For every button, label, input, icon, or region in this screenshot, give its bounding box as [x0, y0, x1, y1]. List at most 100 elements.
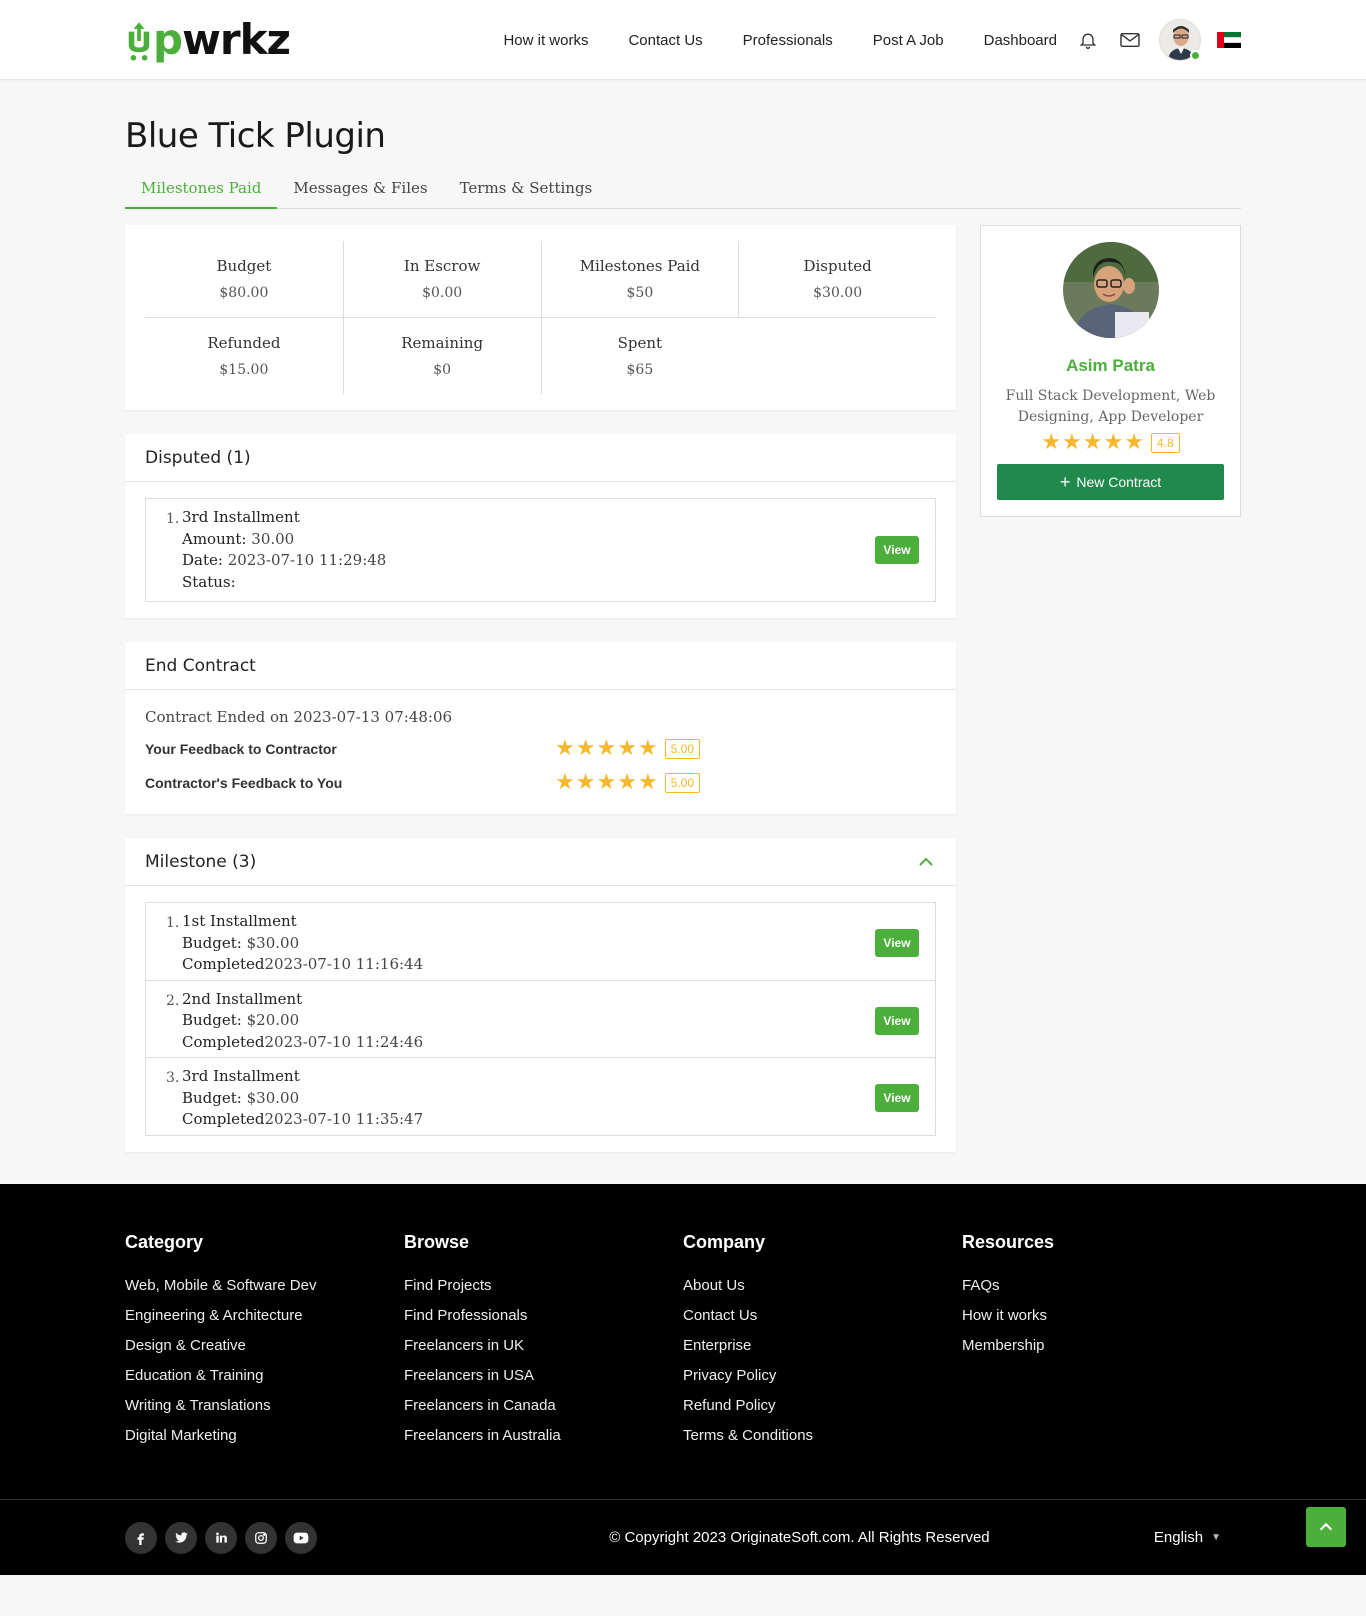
footer-link[interactable]: Freelancers in USA	[404, 1361, 683, 1391]
caret-down-icon: ▼	[1211, 1532, 1221, 1543]
footer-heading: Resources	[962, 1231, 1055, 1252]
budget-label: Budget:	[182, 1011, 242, 1029]
item-number: 3.	[166, 1070, 180, 1086]
star-icon: ★	[1124, 430, 1144, 455]
footer-link[interactable]: Digital Marketing	[125, 1421, 404, 1451]
linkedin-icon[interactable]	[205, 1521, 237, 1554]
freelancer-name[interactable]: Asim Patra	[997, 356, 1224, 376]
feedback-row: Contractor's Feedback to You ★ ★ ★ ★ ★ 5.00	[145, 772, 936, 794]
nav-post-a-job[interactable]: Post A Job	[873, 32, 944, 49]
footer-heading: Company	[683, 1231, 766, 1252]
mail-icon[interactable]	[1119, 29, 1141, 51]
completed-label: Completed	[182, 1032, 265, 1051]
list-item: 1. 3rd Installment Amount: 30.00 Date: 2…	[146, 499, 935, 601]
nav-professionals[interactable]: Professionals	[743, 32, 833, 49]
milestone-list: 1. 1st Installment Budget: $30.00 Comple…	[145, 902, 936, 1136]
star-icon: ★	[596, 770, 617, 795]
language-selector[interactable]: English ▼	[1154, 1529, 1221, 1546]
footer-link[interactable]: Membership	[962, 1331, 1241, 1361]
stat-label: Spent	[617, 334, 663, 352]
footer-link[interactable]: How it works	[962, 1301, 1241, 1331]
amount-value: 30.00	[251, 529, 295, 548]
footer-heading: Browse	[404, 1231, 470, 1252]
rating-badge: 4.8	[1150, 433, 1180, 453]
chevron-up-icon[interactable]	[916, 852, 936, 872]
milestones-card: Milestone (3) 1. 1st Installment Budget:…	[125, 838, 956, 1152]
footer-link[interactable]: Education & Training	[125, 1361, 404, 1391]
milestone-item: 3. 3rd Installment Budget: $30.00 Comple…	[146, 1057, 935, 1135]
upwrkz-logo[interactable]: p wrkz	[125, 19, 291, 61]
footer-link[interactable]: Freelancers in UK	[404, 1331, 683, 1361]
nav-contact-us[interactable]: Contact Us	[628, 32, 702, 49]
star-icon: ★	[617, 736, 637, 761]
footer-link[interactable]: Enterprise	[683, 1331, 962, 1361]
contract-stats: Budget $80.00 In Escrow $0.00 Milestones P…	[125, 225, 956, 410]
stat-label: Disputed	[803, 257, 872, 275]
freelancer-rating: ★ ★ ★ ★ ★ 4.8	[997, 432, 1224, 454]
tab-messages-files[interactable]: Messages & Files	[277, 170, 443, 208]
footer-link[interactable]: Freelancers in Australia	[404, 1421, 683, 1451]
stat-label: In Escrow	[403, 257, 481, 275]
view-button[interactable]: View	[875, 1084, 919, 1113]
footer-link[interactable]: Find Professionals	[404, 1301, 683, 1331]
footer-link[interactable]: Engineering & Architecture	[125, 1301, 404, 1331]
page-title: Blue Tick Plugin	[125, 116, 386, 156]
view-button[interactable]: View	[875, 536, 919, 564]
new-contract-button[interactable]: + New Contract	[997, 464, 1224, 500]
uae-flag-icon[interactable]	[1217, 32, 1241, 49]
feedback-label: Contractor's Feedback to You	[145, 775, 343, 791]
twitter-icon[interactable]	[165, 1521, 197, 1554]
profile-avatar[interactable]	[1062, 242, 1159, 338]
footer-link[interactable]: Design & Creative	[125, 1331, 404, 1361]
stat-remaining: Remaining $0	[342, 318, 541, 394]
nav-how-it-works[interactable]: How it works	[503, 32, 588, 49]
social-links	[125, 1521, 325, 1554]
footer-col-category: Category Web, Mobile & Software Dev Engi…	[125, 1232, 404, 1451]
item-title: 3rd Installment	[182, 1067, 300, 1085]
footer-link[interactable]: Privacy Policy	[683, 1361, 962, 1391]
footer-link[interactable]: FAQs	[962, 1271, 1241, 1301]
footer-link[interactable]: Terms & Conditions	[683, 1421, 962, 1451]
stat-label: Remaining	[401, 334, 484, 352]
footer-col-resources: Resources FAQs How it works Membership	[962, 1232, 1241, 1451]
footer-link[interactable]: Find Projects	[404, 1271, 683, 1301]
view-button[interactable]: View	[875, 1006, 919, 1035]
stat-value: $15.00	[219, 362, 269, 378]
facebook-icon[interactable]	[125, 1521, 157, 1554]
bell-icon[interactable]	[1077, 29, 1099, 51]
stat-value: $65	[626, 362, 654, 378]
footer-link[interactable]: Contact Us	[683, 1301, 962, 1331]
star-icon: ★	[1062, 430, 1082, 455]
milestones-heading[interactable]: Milestone (3)	[125, 838, 956, 886]
footer-link[interactable]: Writing & Translations	[125, 1391, 404, 1421]
completed-label: Completed	[182, 955, 265, 973]
footer-link[interactable]: Web, Mobile & Software Dev	[125, 1271, 404, 1301]
tab-terms-settings[interactable]: Terms & Settings	[444, 170, 609, 208]
item-title: 2nd Installment	[182, 989, 303, 1008]
star-rating: ★ ★ ★ ★ ★ 5.00	[555, 770, 701, 795]
scroll-to-top-button[interactable]	[1306, 1506, 1346, 1547]
disputed-card: Disputed (1) 1. 3rd Installment Amount: …	[125, 434, 956, 618]
item-title: 3rd Installment	[182, 508, 300, 526]
footer-link[interactable]: Refund Policy	[683, 1391, 962, 1421]
tab-milestones-paid[interactable]: Milestones Paid	[125, 170, 278, 209]
footer-link[interactable]: About Us	[683, 1271, 962, 1301]
instagram-icon[interactable]	[245, 1521, 277, 1554]
milestone-item: 2. 2nd Installment Budget: $20.00 Comple…	[146, 979, 935, 1058]
online-status-dot	[1190, 50, 1201, 61]
user-avatar[interactable]	[1159, 19, 1201, 61]
rating-badge: 5.00	[664, 739, 701, 759]
view-button[interactable]: View	[875, 929, 919, 958]
footer-heading: Category	[125, 1231, 204, 1252]
footer-bottom-bar: © Copyright 2023 OriginateSoft.com. All …	[0, 1498, 1366, 1575]
item-number: 2.	[166, 992, 180, 1009]
footer-link[interactable]: Freelancers in Canada	[404, 1391, 683, 1421]
freelancer-profile-card: Asim Patra Full Stack Development, Web D…	[980, 225, 1241, 517]
budget-value: $30.00	[246, 1088, 300, 1107]
youtube-icon[interactable]	[285, 1521, 317, 1554]
budget-value: $20.00	[246, 1011, 300, 1029]
budget-label: Budget:	[182, 933, 242, 952]
nav-dashboard[interactable]: Dashboard	[984, 32, 1057, 49]
star-icon: ★	[575, 770, 596, 795]
star-icon: ★	[596, 736, 617, 761]
